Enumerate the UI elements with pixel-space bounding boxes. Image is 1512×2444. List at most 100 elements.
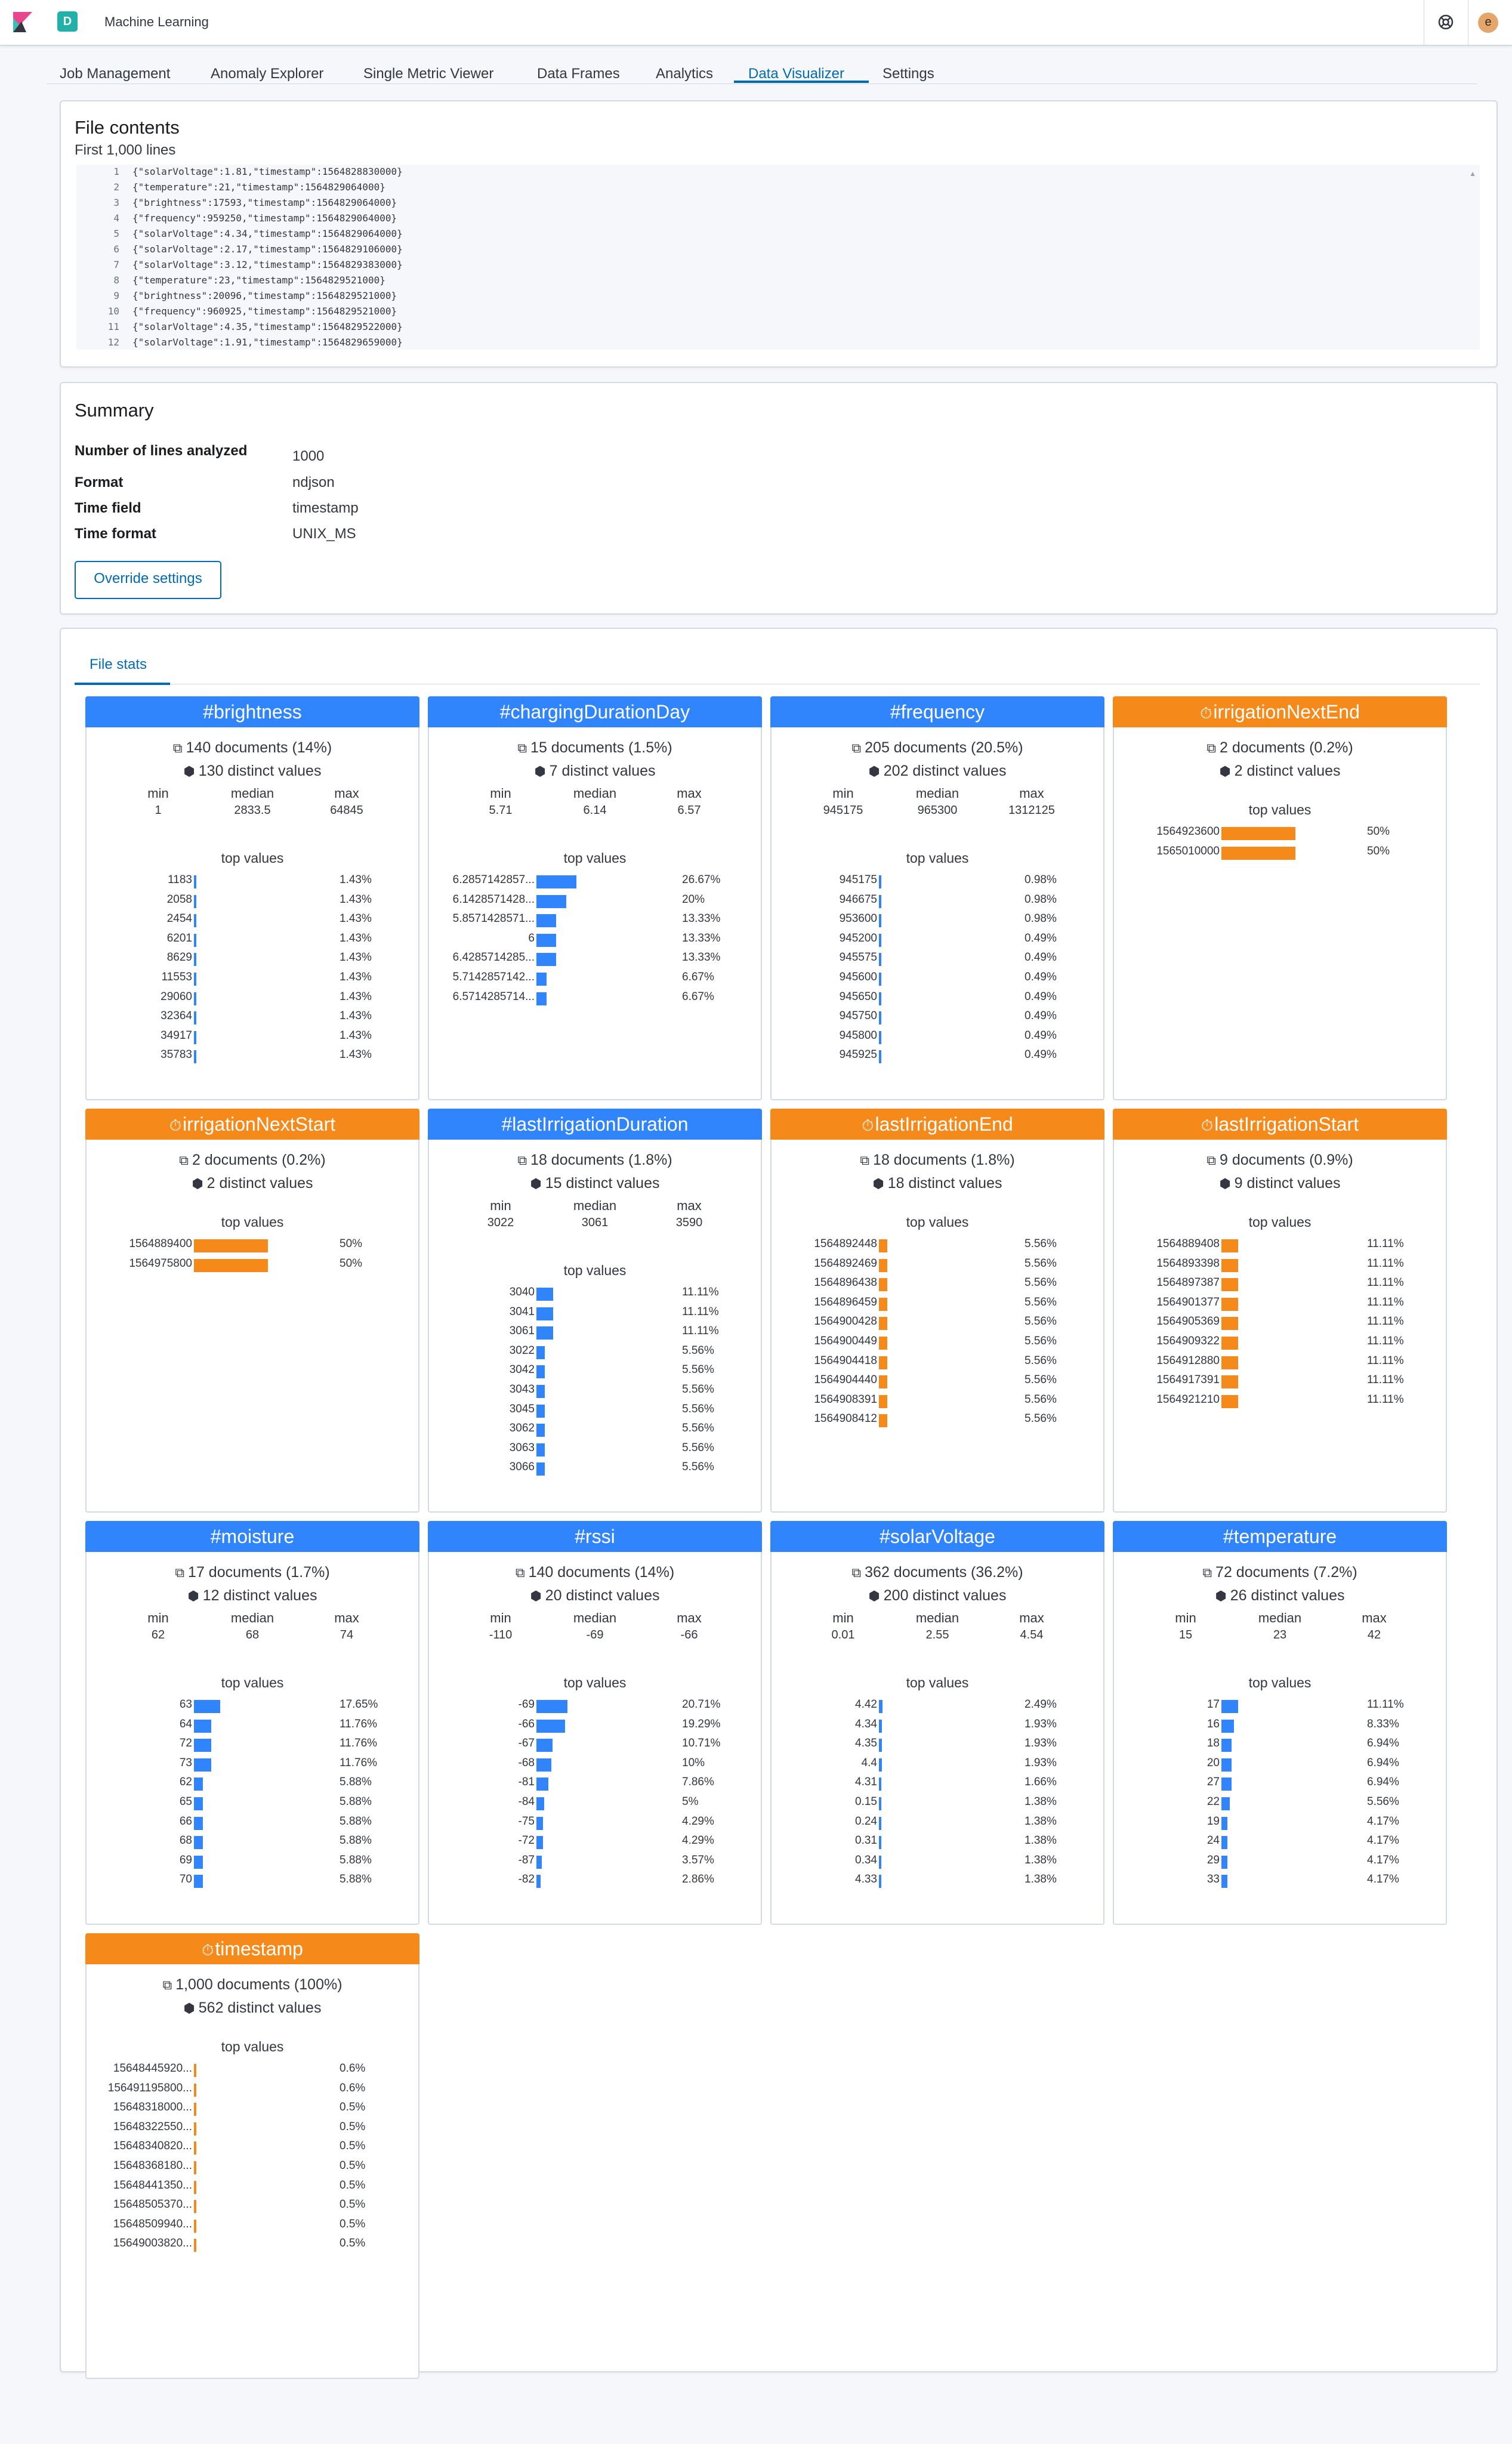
stat-min-value: 5.71 [489, 804, 513, 817]
top-value-percent: 7.86% [682, 1776, 714, 1789]
top-value-bar [536, 1816, 543, 1830]
field-card[interactable]: ⏱lastIrrigationStart ⧉ 9 documents (0.9%) ⬢… [1113, 1109, 1447, 1513]
cardinality-icon: ⬢ [534, 764, 546, 779]
document-count: ⧉ 2 documents (0.2%) [1114, 739, 1446, 757]
top-value-label: 1564893398 [1156, 1257, 1220, 1270]
file-contents-code[interactable]: ▲ 1 {"solarVoltage":1.81,"timestamp":1564… [76, 165, 1480, 350]
top-value-label: 15648340820... [113, 2140, 192, 2153]
summary-label: Format [75, 474, 124, 490]
top-value-row: 4.42 2.49% [772, 1698, 1103, 1717]
summary-title: Summary [75, 400, 154, 421]
field-card[interactable]: #brightness ⧉ 140 documents (14%) ⬢ 130 dist… [85, 696, 419, 1100]
top-value-label: 4.35 [855, 1737, 877, 1750]
tab-job-management[interactable]: Job Management [60, 66, 170, 82]
user-avatar[interactable]: e [1478, 13, 1498, 33]
top-values-title: top values [221, 1214, 284, 1230]
top-values-title: top values [221, 2039, 284, 2054]
top-value-row: 1564975800 50% [87, 1257, 418, 1276]
line-number: 6 [113, 243, 119, 255]
scroll-indicator-icon[interactable]: ▲ [1469, 169, 1476, 178]
top-value-label: 1564901377 [1156, 1295, 1220, 1309]
cardinality-icon: ⬢ [868, 1588, 880, 1603]
top-value-percent: 5.56% [1025, 1315, 1057, 1328]
tab-file-stats[interactable]: File stats [90, 656, 147, 673]
field-card[interactable]: ⏱irrigationNextStart ⧉ 2 documents (0.2%) ⬢… [85, 1109, 419, 1513]
field-card[interactable]: #solarVoltage ⧉ 362 documents (36.2%) ⬢ 200 … [770, 1521, 1104, 1925]
top-value-bar [194, 1011, 196, 1025]
top-value-label: 0.31 [855, 1834, 877, 1847]
tab-data-visualizer[interactable]: Data Visualizer [748, 66, 844, 82]
top-value-row: 1564904440 5.56% [772, 1374, 1103, 1393]
top-value-label: 3040 [509, 1286, 535, 1298]
field-card[interactable]: #moisture ⧉ 17 documents (1.7%) ⬢ 12 distinc… [85, 1521, 419, 1925]
cardinality-icon: ⬢ [192, 1176, 203, 1191]
top-value-percent: 5.56% [682, 1441, 714, 1454]
document-icon: ⧉ [517, 740, 527, 755]
stat-median-label: median [573, 1610, 617, 1625]
top-value-percent: 4.17% [1367, 1853, 1399, 1866]
field-card[interactable]: #lastIrrigationDuration ⧉ 18 documents (1.… [428, 1109, 762, 1513]
field-card[interactable]: #rssi ⧉ 140 documents (14%) ⬢ 20 distinct va… [428, 1521, 762, 1925]
top-value-row: 33 4.17% [1114, 1873, 1446, 1892]
app-badge[interactable]: D [57, 11, 78, 32]
override-settings-button[interactable]: Override settings [75, 561, 221, 599]
field-name: #temperature [1223, 1526, 1337, 1547]
document-icon: ⧉ [175, 1565, 185, 1580]
field-card[interactable]: #frequency ⧉ 205 documents (20.5%) ⬢ 202 dis… [770, 696, 1104, 1100]
top-value-bar [879, 875, 881, 888]
tab-data-frames[interactable]: Data Frames [537, 66, 620, 82]
stat-max-label: max [677, 786, 702, 801]
top-value-row: 1564905369 11.11% [1114, 1315, 1446, 1334]
field-card[interactable]: ⏱irrigationNextEnd ⧉ 2 documents (0.2%) ⬢ 2 … [1113, 696, 1447, 1100]
top-value-label: 63 [179, 1698, 192, 1711]
top-value-row: 5.7142857142... 6.67% [429, 971, 761, 990]
field-card[interactable]: ⏱timestamp ⧉ 1,000 documents (100%) ⬢ 562 di… [85, 1933, 419, 2379]
top-value-percent: 50% [1367, 825, 1390, 838]
top-value-row: 17 11.11% [1114, 1698, 1446, 1717]
top-value-label: 16 [1206, 1717, 1220, 1730]
field-card[interactable]: #chargingDurationDay ⧉ 15 documents (1.5%)… [428, 696, 762, 1100]
code-line-text: {"temperature":23,"timestamp":1564829521… [132, 274, 385, 286]
field-card[interactable]: #temperature ⧉ 72 documents (7.2%) ⬢ 26 dist… [1113, 1521, 1447, 1925]
code-line-text: {"brightness":17593,"timestamp":15648290… [132, 197, 397, 208]
top-value-label: 945800 [839, 1029, 877, 1042]
top-value-label: 3043 [509, 1383, 535, 1396]
top-value-row: 3062 5.56% [429, 1422, 761, 1441]
top-value-percent: 5.88% [340, 1815, 372, 1828]
tab-analytics[interactable]: Analytics [656, 66, 713, 82]
document-count: ⧉ 18 documents (1.8%) [772, 1152, 1103, 1169]
top-value-label: 946675 [839, 893, 877, 906]
top-value-bar [536, 1326, 553, 1340]
top-value-label: -72 [518, 1834, 535, 1847]
top-value-percent: 4.17% [1367, 1873, 1399, 1886]
top-value-percent: 1.43% [340, 1010, 372, 1023]
line-number: 1 [113, 166, 119, 177]
field-name: irrigationNextStart [183, 1113, 336, 1135]
tab-anomaly-explorer[interactable]: Anomaly Explorer [211, 66, 323, 82]
top-value-label: 64 [179, 1717, 192, 1730]
kibana-logo-icon[interactable] [13, 12, 32, 32]
top-value-bar [194, 914, 196, 928]
top-value-row: 62 5.88% [87, 1776, 418, 1795]
top-value-row: 35783 1.43% [87, 1048, 418, 1067]
top-value-percent: 1.38% [1025, 1853, 1057, 1866]
distinct-count: ⬢ 130 distinct values [87, 763, 418, 780]
field-card[interactable]: ⏱lastIrrigationEnd ⧉ 18 documents (1.8%) ⬢ 1… [770, 1109, 1104, 1513]
top-value-label: 15648505370... [113, 2198, 192, 2211]
field-card-header: #chargingDurationDay [428, 696, 762, 727]
field-name: #chargingDurationDay [499, 701, 690, 723]
top-value-label: 945925 [839, 1048, 877, 1061]
top-value-label: 1564892448 [814, 1238, 877, 1250]
top-value-bar [194, 2161, 196, 2174]
top-value-bar [194, 894, 196, 908]
top-value-percent: 1.93% [1025, 1737, 1057, 1750]
top-value-bar [536, 1443, 545, 1456]
stat-median-value: -69 [586, 1628, 604, 1641]
help-icon[interactable] [1437, 13, 1455, 31]
tab-single-metric-viewer[interactable]: Single Metric Viewer [363, 66, 493, 82]
top-value-bar [536, 875, 576, 888]
top-value-percent: 11.11% [1367, 1698, 1404, 1711]
top-value-label: -66 [518, 1717, 535, 1730]
top-value-row: 4.33 1.38% [772, 1873, 1103, 1892]
tab-settings[interactable]: Settings [882, 66, 934, 82]
